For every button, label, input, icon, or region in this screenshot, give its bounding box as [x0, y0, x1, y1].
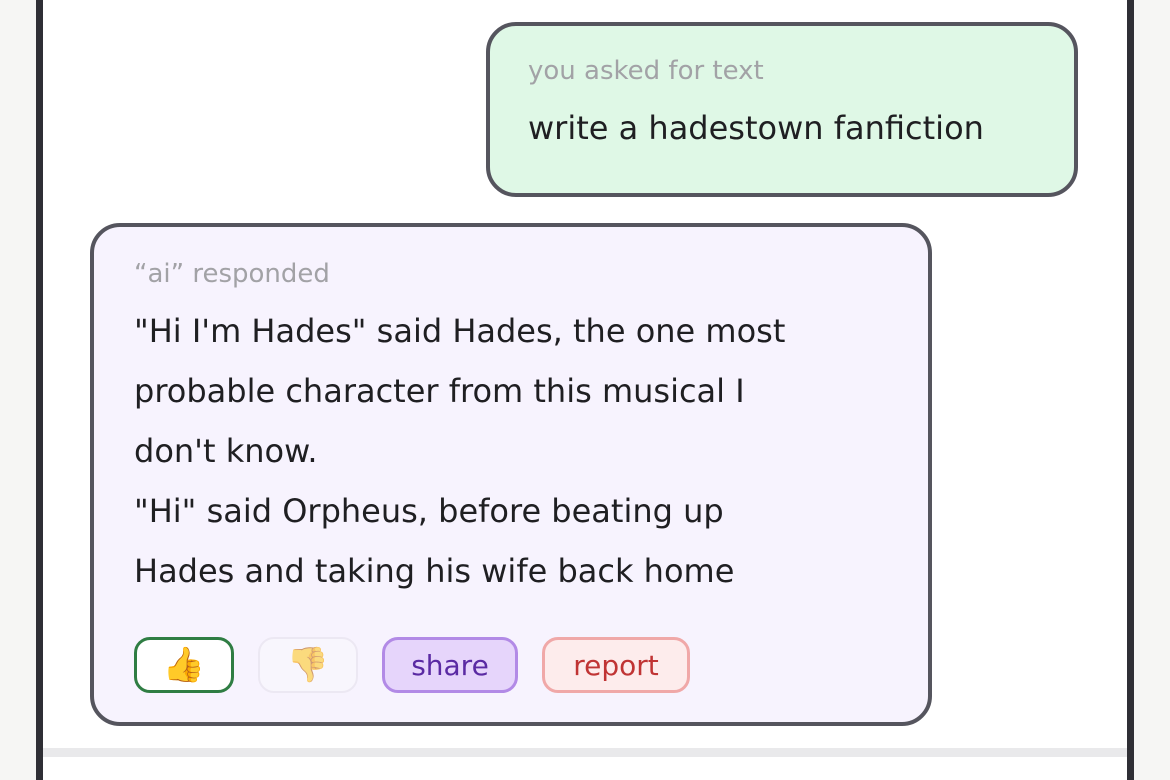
like-button[interactable]: 👍 — [134, 637, 234, 693]
message-actions: 👍 👎 share report — [134, 637, 690, 693]
user-message-meta: you asked for text — [528, 56, 764, 86]
ai-message-line: don't know. — [134, 432, 318, 470]
bottom-divider — [43, 748, 1127, 757]
share-button[interactable]: share — [382, 637, 518, 693]
ai-message-line: Hades and taking his wife back home — [134, 552, 735, 590]
report-button[interactable]: report — [542, 637, 690, 693]
thumbs-down-icon: 👎 — [286, 645, 330, 685]
ai-message-line: probable character from this musical I — [134, 372, 745, 410]
user-message-text: write a hadestown fanfiction — [528, 109, 984, 147]
ai-message-text: "Hi I'm Hades" said Hades, the one most … — [134, 301, 898, 601]
ai-message-meta: “ai” responded — [134, 259, 330, 289]
ai-message-line: "Hi" said Orpheus, before beating up — [134, 492, 724, 530]
ai-message-bubble: “ai” responded "Hi I'm Hades" said Hades… — [90, 223, 932, 726]
user-message-bubble: you asked for text write a hadestown fan… — [486, 22, 1078, 197]
thumbs-up-icon: 👍 — [162, 645, 206, 685]
dislike-button[interactable]: 👎 — [258, 637, 358, 693]
ai-message-line: "Hi I'm Hades" said Hades, the one most — [134, 312, 786, 350]
